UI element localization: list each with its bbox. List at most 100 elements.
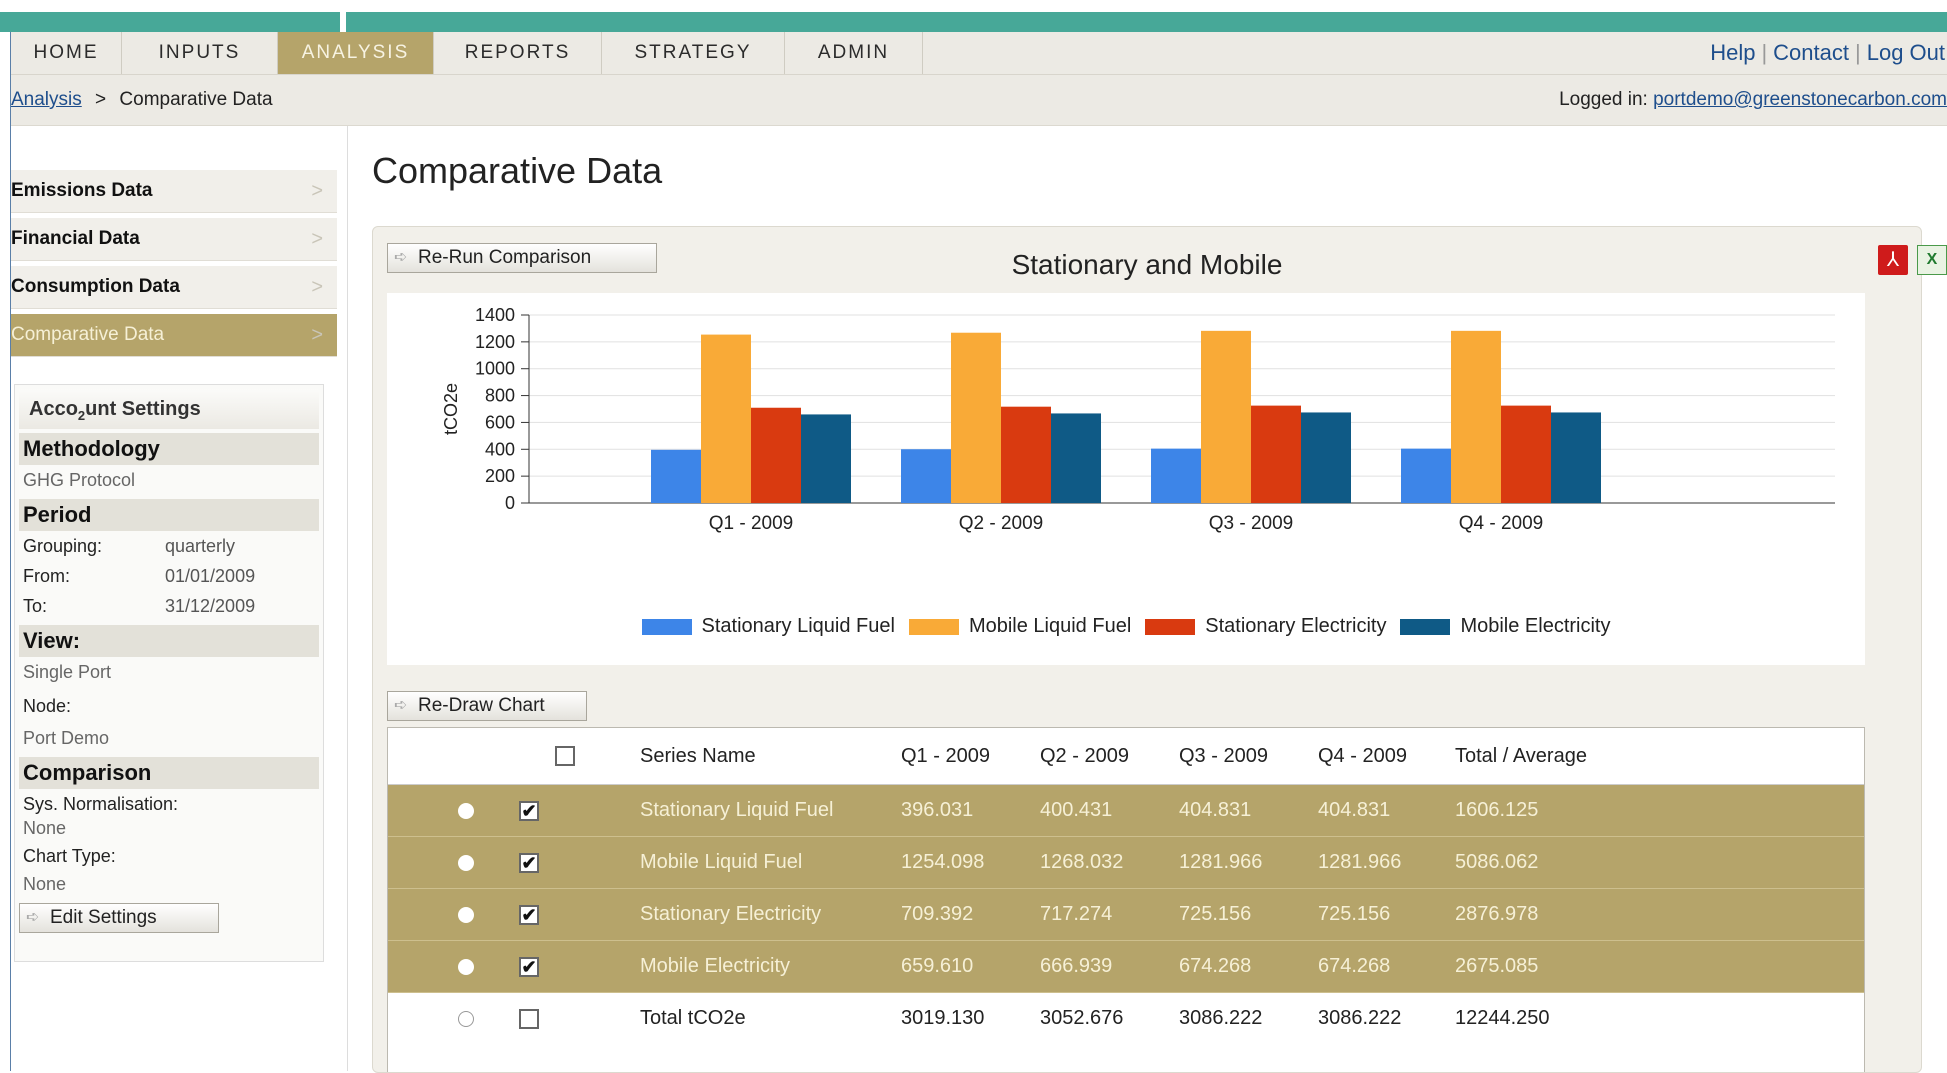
logged-in-label: Logged in:	[1559, 89, 1648, 110]
header-q1[interactable]: Q1 - 2009	[901, 728, 990, 784]
chevron-right-icon: >	[311, 228, 323, 250]
sidebar-item-financial-data[interactable]: Financial Data >	[11, 218, 337, 261]
value-cell: 12244.250	[1455, 1007, 1550, 1029]
nav-tab-analysis[interactable]: ANALYSIS	[278, 32, 434, 74]
sidebar-item-label: Comparative Data	[11, 324, 165, 345]
user-email-link[interactable]: portdemo@greenstonecarbon.com	[1653, 89, 1947, 110]
header-total[interactable]: Total / Average	[1455, 728, 1587, 784]
redraw-chart-button[interactable]: ➪ Re-Draw Chart	[387, 691, 587, 721]
chevron-right-icon: >	[311, 180, 323, 202]
row-checkbox[interactable]: ✔	[519, 852, 539, 873]
row-radio[interactable]	[458, 854, 474, 871]
excel-icon[interactable]: X	[1917, 245, 1947, 275]
edit-settings-button[interactable]: ➪ Edit Settings	[19, 903, 219, 933]
grouping-row: Grouping: quarterly	[19, 531, 319, 561]
table-row[interactable]: ✔ Mobile Liquid Fuel 1254.098 1268.032 1281.…	[388, 837, 1864, 889]
row-radio[interactable]	[458, 906, 474, 923]
chart-type-value: None	[23, 874, 67, 894]
bar	[1451, 330, 1501, 503]
value-cell: 717.274	[1040, 903, 1113, 925]
legend-item[interactable]: Mobile Liquid Fuel	[908, 615, 1132, 638]
row-checkbox[interactable]	[519, 1008, 539, 1029]
from-label: From:	[23, 566, 70, 586]
legend-swatch	[1400, 618, 1451, 635]
table-header-row: Series Name Q1 - 2009 Q2 - 2009 Q3 - 200…	[388, 728, 1864, 785]
row-checkbox[interactable]: ✔	[519, 956, 539, 977]
header-q4[interactable]: Q4 - 2009	[1318, 728, 1407, 784]
bar	[751, 407, 801, 503]
bar	[1001, 406, 1051, 503]
chart-area: 0 200 400 600 800 1000 1200 1400 tCO2e Q1 - 2009 Q…	[387, 293, 1865, 665]
sidebar-item-consumption-data[interactable]: Consumption Data >	[11, 266, 337, 309]
y-tick-label: 1200	[475, 332, 515, 352]
row-radio[interactable]	[458, 1010, 474, 1027]
comparison-heading: Comparison	[19, 757, 319, 789]
row-checkbox-cell: ✔	[519, 941, 539, 992]
legend-item[interactable]: Stationary Electricity	[1145, 615, 1386, 638]
series-name-cell: Mobile Liquid Fuel	[640, 851, 803, 873]
legend-label: Mobile Electricity	[1460, 615, 1611, 637]
table-row[interactable]: Total tCO2e 3019.130 3052.676 3086.222 3086.…	[388, 993, 1864, 1044]
select-all-checkbox[interactable]	[555, 746, 575, 766]
row-checkbox[interactable]: ✔	[519, 904, 539, 925]
bar	[1551, 412, 1601, 503]
bar	[1251, 405, 1301, 503]
y-tick-label: 200	[485, 466, 515, 486]
row-checkbox-cell: ✔	[519, 837, 539, 888]
row-radio-cell	[458, 941, 474, 992]
sidebar-item-comparative-data[interactable]: Comparative Data >	[11, 314, 337, 357]
header-q2[interactable]: Q2 - 2009	[1040, 728, 1129, 784]
legend-item[interactable]: Mobile Electricity	[1400, 615, 1611, 638]
grouping-label: Grouping:	[23, 536, 103, 556]
value-cell: 1281.966	[1318, 851, 1402, 873]
nav-tab-strategy[interactable]: STRATEGY	[602, 32, 785, 74]
pdf-icon[interactable]: ⅄	[1878, 245, 1908, 275]
bar-chart: 0 200 400 600 800 1000 1200 1400 tCO2e Q1 - 2009 Q…	[441, 305, 1835, 534]
value-cell: 725.156	[1179, 903, 1252, 925]
value-cell: 396.031	[901, 799, 974, 821]
row-radio-cell	[458, 993, 474, 1044]
view-heading: View:	[19, 625, 319, 657]
nav-tab-inputs[interactable]: INPUTS	[122, 32, 278, 74]
nav-tab-home[interactable]: HOME	[11, 32, 122, 74]
bar	[651, 449, 701, 503]
value-cell: 666.939	[1040, 955, 1113, 977]
chart-title: Stationary and Mobile	[1011, 249, 1283, 280]
legend-label: Mobile Liquid Fuel	[968, 615, 1132, 637]
x-tick-label: Q3 - 2009	[1209, 513, 1294, 534]
table-row[interactable]: ✔ Stationary Liquid Fuel 396.031 400.431 404…	[388, 785, 1864, 837]
bar	[1401, 448, 1451, 503]
select-all-cell	[555, 728, 575, 784]
sidebar-item-label: Emissions Data	[11, 180, 153, 201]
link-separator: |	[1761, 40, 1768, 65]
y-tick-label: 1000	[475, 359, 515, 379]
nav-tab-admin[interactable]: ADMIN	[785, 32, 923, 74]
top-bar-gap	[340, 12, 346, 32]
contact-link[interactable]: Contact	[1773, 40, 1849, 65]
value-cell: 709.392	[901, 903, 974, 925]
row-checkbox[interactable]: ✔	[519, 800, 539, 821]
node-label: Node:	[23, 696, 72, 716]
account-title-text: Acco	[29, 398, 78, 420]
header-q3[interactable]: Q3 - 2009	[1179, 728, 1268, 784]
row-radio[interactable]	[458, 958, 474, 975]
redraw-chart-label: Re-Draw Chart	[418, 695, 545, 716]
series-name-cell: Total tCO2e	[640, 1007, 746, 1029]
y-tick-label: 0	[505, 493, 515, 513]
sidebar-item-emissions-data[interactable]: Emissions Data >	[11, 170, 337, 213]
logout-link[interactable]: Log Out	[1867, 40, 1945, 65]
period-heading: Period	[19, 499, 319, 531]
nav-tab-reports[interactable]: REPORTS	[434, 32, 602, 74]
value-cell: 1268.032	[1040, 851, 1124, 873]
value-cell: 1281.966	[1179, 851, 1263, 873]
row-radio[interactable]	[458, 802, 474, 819]
table-row[interactable]: ✔ Stationary Electricity 709.392 717.274 725…	[388, 889, 1864, 941]
help-link[interactable]: Help	[1710, 40, 1755, 65]
breadcrumb-analysis-link[interactable]: Analysis	[11, 89, 82, 110]
value-cell: 1606.125	[1455, 799, 1539, 821]
header-series-name[interactable]: Series Name	[640, 728, 756, 784]
chart-type-label: Chart Type:	[23, 846, 116, 866]
table-row[interactable]: ✔ Mobile Electricity 659.610 666.939 674.268…	[388, 941, 1864, 993]
y-tick-label: 400	[485, 439, 515, 459]
legend-item[interactable]: Stationary Liquid Fuel	[641, 615, 895, 638]
